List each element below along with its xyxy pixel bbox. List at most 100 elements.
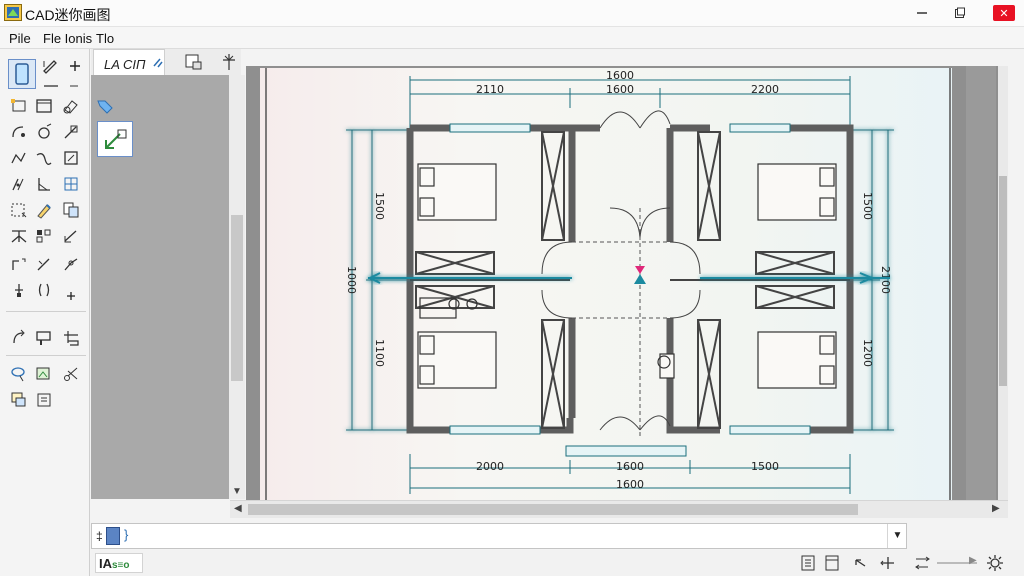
command-prompt: ‡ — [96, 529, 103, 543]
settings-button[interactable] — [985, 553, 1005, 573]
crosshair-icon — [67, 292, 75, 300]
edit-line-button[interactable] — [40, 55, 62, 77]
status-doc-button[interactable] — [799, 554, 817, 572]
drawing-canvas[interactable]: 1600 2110 1600 2200 1000 1500 1100 2100 … — [246, 66, 1008, 500]
canvas-scroll-thumb[interactable] — [999, 176, 1007, 386]
dim-right-bottom: 1200 — [861, 339, 874, 367]
zoom-slider-arrow-icon[interactable]: ▶ — [969, 555, 977, 566]
undo-button[interactable] — [851, 554, 869, 572]
rectangle-tool-button[interactable] — [8, 95, 30, 117]
image-tool-button[interactable] — [33, 363, 55, 385]
cut-tool-button[interactable] — [60, 363, 82, 385]
trim-tool-button[interactable] — [60, 121, 82, 143]
maximize-button[interactable] — [940, 0, 980, 26]
measure-tool-button[interactable] — [33, 173, 55, 195]
angle-icon — [38, 178, 50, 191]
right-canvas-strip — [966, 66, 996, 500]
circle-draw-icon — [38, 123, 52, 139]
image-edit-icon — [36, 367, 50, 380]
select-region-button[interactable] — [8, 199, 30, 221]
tool-palette — [0, 49, 90, 576]
dim-left-top: 1500 — [373, 192, 386, 220]
command-history-dropdown[interactable]: ▼ — [887, 524, 907, 548]
offset-tool-button[interactable] — [8, 173, 30, 195]
draw-tool-button[interactable] — [33, 199, 55, 221]
scroll-right-icon[interactable]: ▶ — [992, 503, 1000, 514]
snap-button[interactable] — [913, 554, 933, 572]
box-tool-button[interactable] — [60, 147, 82, 169]
grid-tool-button[interactable] — [60, 173, 82, 195]
command-bracket-icon: } — [124, 527, 129, 542]
block-icon — [36, 331, 51, 345]
array-tool-button[interactable] — [33, 225, 55, 247]
spline-icon — [36, 153, 52, 165]
menu-file[interactable]: Pile — [9, 31, 31, 46]
chamfer-tool-button[interactable] — [60, 253, 82, 275]
layer-tool-button[interactable] — [8, 389, 30, 411]
fillet-tool-button[interactable] — [33, 253, 55, 275]
hatch-tool-button[interactable] — [60, 327, 82, 349]
stretch-tool-button[interactable] — [8, 253, 30, 275]
polyline-tool-button[interactable] — [8, 147, 30, 169]
move-button[interactable] — [879, 554, 897, 572]
arc-tool-button[interactable] — [8, 121, 30, 143]
status-sheet-button[interactable] — [823, 554, 841, 572]
select-tool-button[interactable] — [8, 59, 36, 89]
dim-top-left: 2110 — [476, 83, 504, 96]
dim-right-top: 1500 — [861, 192, 874, 220]
menu-tlo[interactable]: Tlo — [96, 31, 114, 46]
line-icon — [44, 85, 58, 87]
properties-tool-button[interactable] — [33, 389, 55, 411]
dim-bottom-overall: 1600 — [616, 478, 644, 491]
document-tab-bar: LA CIΠ — [91, 49, 241, 75]
point-marker-icon — [15, 284, 23, 297]
circle-tool-button[interactable] — [33, 121, 55, 143]
move-icon — [880, 557, 894, 569]
extend-tool-button[interactable] — [60, 225, 82, 247]
crosshair-tool-button[interactable] — [60, 285, 82, 307]
rotate-tool-button[interactable] — [8, 327, 30, 349]
menu-tools[interactable]: Fle Ionis — [43, 31, 92, 46]
dashed-select-icon — [11, 203, 27, 218]
window-tool-button[interactable] — [33, 95, 55, 117]
snap-icon — [915, 556, 930, 570]
close-button[interactable]: ✕ — [984, 0, 1024, 26]
spline-tool-button[interactable] — [33, 147, 55, 169]
tool-separator — [6, 355, 86, 356]
erase-tool-button[interactable] — [60, 95, 82, 117]
tab-drawing[interactable]: LA CIΠ — [93, 49, 165, 75]
gear-icon — [987, 555, 1003, 571]
left-panel-scrollbar[interactable]: ▼ — [229, 75, 245, 499]
mirror-tool-button[interactable] — [8, 225, 30, 247]
scroll-left-icon[interactable]: ◀ — [234, 503, 242, 514]
print-button[interactable] — [183, 52, 205, 72]
copy-tool-button[interactable] — [60, 199, 82, 221]
rotate-icon — [13, 329, 25, 344]
block-tool-button[interactable] — [33, 327, 55, 349]
status-mode[interactable]: IAs≡o — [95, 553, 143, 573]
hatch-icon — [64, 331, 79, 346]
canvas-vertical-scrollbar[interactable] — [998, 66, 1008, 500]
line-tool-button[interactable] — [40, 75, 62, 97]
command-input[interactable] — [132, 527, 872, 545]
scroll-thumb[interactable] — [231, 215, 243, 381]
hscroll-thumb[interactable] — [248, 504, 858, 515]
status-bar: IAs≡o ▶ — [91, 550, 1024, 576]
pin-button[interactable] — [219, 52, 239, 72]
dim-right-overall: 2100 — [879, 266, 892, 294]
point-tool-button[interactable] — [8, 279, 30, 301]
canvas-horizontal-scrollbar[interactable]: ◀ ▶ — [230, 500, 1008, 518]
lasso-tool-button[interactable] — [8, 363, 30, 385]
dash-tool-button[interactable] — [64, 75, 86, 97]
command-cursor-icon — [106, 527, 120, 545]
dim-top-overall: 1600 — [606, 69, 634, 82]
status-mode-suffix: s≡o — [112, 560, 130, 571]
command-line[interactable]: ‡ } ▼ — [91, 523, 907, 549]
extend-icon — [64, 230, 77, 243]
add-point-button[interactable] — [64, 55, 86, 77]
minimize-button[interactable] — [902, 0, 942, 26]
bracket-tool-button[interactable] — [33, 279, 55, 301]
active-tool-button[interactable] — [97, 121, 133, 157]
close-icon: ✕ — [993, 5, 1015, 21]
scroll-down-icon[interactable]: ▼ — [232, 486, 242, 497]
